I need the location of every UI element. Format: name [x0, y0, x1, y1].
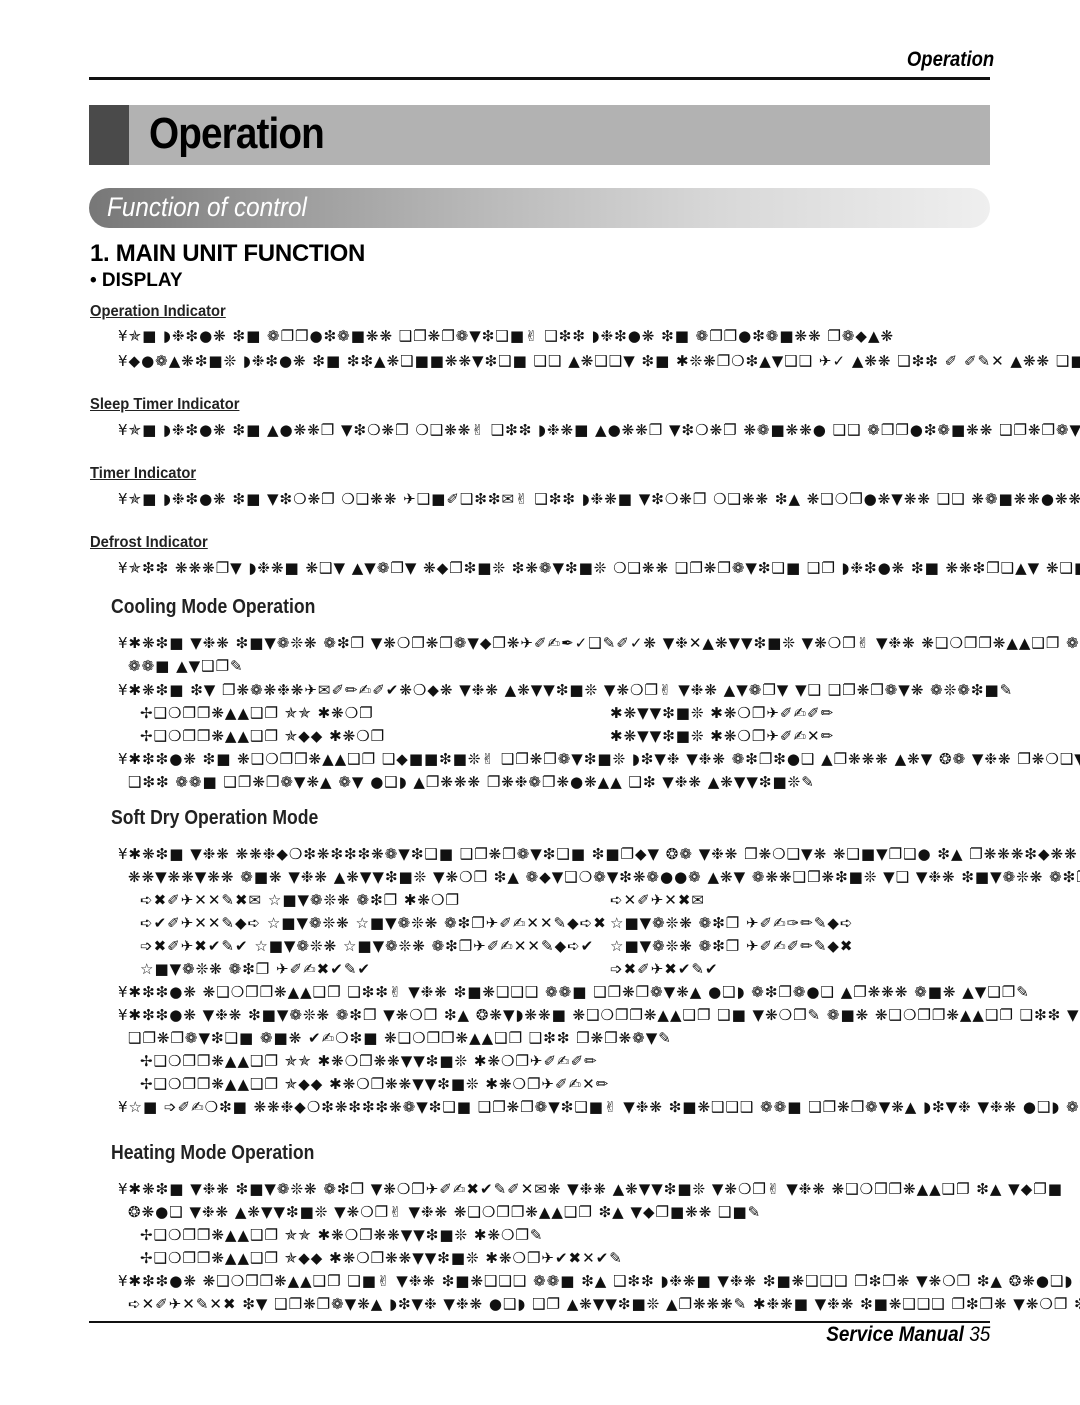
section-title-soft-dry: Soft Dry Operation Mode — [111, 807, 319, 829]
line-col2: ☆■▼❁❊❋ ❁❇❐ ✈✐✍✐✏✎◆✖ — [610, 937, 854, 955]
body-line: ¥✯■ ◗❉❇●❋ ❇■ ▲●❋❋❐ ▼❇❍❋❐ ❍❑❋❋✌ ❑❇❇ ◗❉❋■ … — [118, 421, 1080, 439]
body-line: ¥✱❇❇●❋ ❋❑❍❐❐❋▲▲❑❐ ❑❇❇✌ ▼❉❋ ❇■❋❑❑❑ ❁❁■ ❑❐… — [118, 983, 1030, 1001]
running-head: Operation — [906, 48, 994, 71]
body-line: ¥✯■ ◗❉❇●❋ ❇■ ❁❐❐●❇❁■❋❋ ❑❐❋❐❁▼❇❑■✌ ❑❇❇ ◗❉… — [118, 327, 895, 345]
body-line: ¥◆●❁▲❋❇■❊ ◗❉❇●❋ ❇■ ❇❇▲❋❑■■❋❋▼❇❑■ ❑❑ ▲❋❑❑… — [118, 352, 1080, 370]
footer: Service Manual 35 — [826, 1323, 990, 1347]
indicator-title: Timer Indicator — [90, 465, 197, 482]
indicator-title: Defrost Indicator — [90, 534, 208, 551]
title-bar-accent — [89, 105, 129, 165]
indicator-title: Operation Indicator — [90, 303, 226, 320]
sub-heading: • DISPLAY — [90, 270, 183, 291]
body-line: ❋❋▼❋❋▼❋❋ ❁■❋ ▼❉❋ ▲❋▼▼❇■❊ ▼❋❍❐ ❇▲ ❁◆▼❑❍❁▼… — [128, 868, 1080, 886]
body-line: ✢❑❍❐❐❋▲▲❑❐ ✯◆◆ ✱❋❍❐❋❋▼▼❇■❊ ✱❋❍❐✈✐✍✕✏ — [140, 1075, 610, 1093]
body-line: ☆■▼❁❊❋ ❁❇❐ ✈✐✍✖✔✎✔ ➩✖✐✈✖✔✎✔ — [140, 960, 1080, 978]
line-col1: ✢❑❍❐❐❋▲▲❑❐ ✯◆◆ ✱❋❍❐ — [140, 727, 386, 745]
line-col2: ➩✖✐✈✖✔✎✔ — [610, 960, 719, 978]
page-number: 35 — [968, 1323, 990, 1346]
line-col1: ✢❑❍❐❐❋▲▲❑❐ ✯✯ ✱❋❍❐ — [140, 704, 374, 722]
body-line: ¥✱❋❇■ ▼❉❋ ❇■▼❁❊❋ ❁❇❐ ▼❋❍❐❋❐❁▼◆❐❋✈✐✍✒✓❑✎✐… — [118, 634, 1080, 652]
line-col1: ➪✖✐✈✕✕✎✖✉ ☆■▼❁❊❋ ❁❇❐ ✱❋❍❐ — [140, 891, 460, 909]
line-col2: ☆■▼❁❊❋ ❁❇❐ ✈✐✍✑✏✎◆➪ — [610, 914, 854, 932]
body-line: ✢❑❍❐❐❋▲▲❑❐ ✯◆◆ ✱❋❍❐❋❋▼▼❇■❊ ✱❋❍❐✈✔✖✕✔✎ — [140, 1249, 623, 1267]
body-line: ➪✔✐✈✕✕✎◆➪ ☆■▼❁❊❋ ☆■▼❁❊❋ ❁❇❐✈✐✍✕✕✎◆➪✖ ☆■▼❁… — [140, 914, 1080, 932]
body-line: ¥✯❇❇ ❋❋❋❐▼ ◗❉❋■ ❋❑▼ ▲▼❁❐▼ ❋◆❐❇■❊ ❇❋❁▼❇■❊… — [118, 559, 1080, 577]
indicator-title: Sleep Timer Indicator — [90, 396, 240, 413]
body-line: ❁❁■ ▲▼❑❐✎ — [128, 657, 244, 675]
chapter-title: Operation — [149, 109, 325, 158]
body-line: ➪✕✐✈✕✎✕✖ ❇▼ ❑❐❋❐❁▼❋▲ ◗❇▼❉ ▼❉❋ ●❑◗ ❑❐ ▲❋▼… — [128, 1295, 1080, 1313]
body-line: ✢❑❍❐❐❋▲▲❑❐ ✯◆◆ ✱❋❍❐ ✱❋▼▼❇■❊ ✱❋❍❐✈✐✍✕✏ — [140, 727, 1080, 745]
line-col2: ✱❋▼▼❇■❊ ✱❋❍❐✈✐✍✐✏ — [610, 704, 835, 722]
line-col2: ✱❋▼▼❇■❊ ✱❋❍❐✈✐✍✕✏ — [610, 727, 835, 745]
body-line: ¥✱❇❇●❋ ❇■ ❋❑❍❐❐❋▲▲❑❐ ❑◆■■❇■❊✌ ❑❐❋❐❁▼❇■❊ … — [118, 750, 1080, 768]
body-line: ¥✱❇❇●❋ ▼❉❋ ❇■▼❁❊❋ ❁❇❐ ▼❋❍❐ ❇▲ ❂❋▼◗❋❋■ ❋❑… — [118, 1006, 1080, 1024]
body-line: ✢❑❍❐❐❋▲▲❑❐ ✯✯ ✱❋❍❐❋❋▼▼❇■❊ ✱❋❍❐✈✐✍✐✏ — [140, 1052, 598, 1070]
body-line: ❑❇❇ ❁❁■ ❑❐❋❐❁▼❋▲ ❁▼ ●❑◗ ▲❐❋❋❋ ❐❋❉❁❐❋●❋▲▲… — [128, 773, 815, 791]
section-banner-label: Function of control — [107, 192, 307, 222]
line-col2: ➪✕✐✈✕✖✉ — [610, 891, 705, 909]
body-line: ¥☆■ ➩✐✍❍❇■ ❋❋❉◆❍❇❋❇❇❇❋❁▼❇❑■ ❑❐❋❐❁▼❇❑■✌ ▼… — [118, 1098, 1080, 1116]
body-line: ¥✯■ ◗❉❇●❋ ❇■ ▼❇❍❋❐ ❍❑❋❋ ✈❑■✐❑❇❇✉✌ ❑❇❇ ◗❉… — [118, 490, 1080, 508]
body-line: ¥✱❋❇■ ▼❉❋ ❇■▼❁❊❋ ❁❇❐ ▼❋❍❐✈✐✍✖✔✎✐✕✉❋ ▼❉❋ … — [118, 1180, 1063, 1198]
body-line: ✢❑❍❐❐❋▲▲❑❐ ✯✯ ✱❋❍❐ ✱❋▼▼❇■❊ ✱❋❍❐✈✐✍✐✏ — [140, 704, 1080, 722]
line-col1: ➪✔✐✈✕✕✎◆➪ ☆■▼❁❊❋ ☆■▼❁❊❋ ❁❇❐✈✐✍✕✕✎◆➪✖ — [140, 914, 607, 932]
body-line: ¥✱❋❇■ ❇▼ ❐❋❁❋❉❋✈✉✐✏✍✐✔❋❍◆❋ ▼❉❋ ▲❋▼▼❇■❊ ▼… — [118, 681, 1014, 699]
line-col1: ➩✖✐✈✖✔✎✔ ☆■▼❁❊❋ ☆■▼❁❊❋ ❁❇❐✈✐✍✕✕✎◆➪✔ — [140, 937, 595, 955]
body-line: ➪✖✐✈✕✕✎✖✉ ☆■▼❁❊❋ ❁❇❐ ✱❋❍❐ ➪✕✐✈✕✖✉ — [140, 891, 1080, 909]
section-title-cooling: Cooling Mode Operation — [111, 596, 316, 618]
body-line: ¥✱❋❇■ ▼❉❋ ❋❋❉◆❍❇❋❇❇❇❋❁▼❇❑■ ❑❐❋❐❁▼❇❑■ ❇■❐… — [118, 845, 1080, 863]
footer-manual-label: Service Manual — [825, 1323, 964, 1346]
section-banner: Function of control — [89, 188, 990, 228]
body-line: ❑❐❋❐❁▼❇❑■ ❁■❋ ✔✍❍❇■ ❋❑❍❐❐❋▲▲❑❐ ❑❇❇ ❐❋❐❋❁… — [128, 1029, 672, 1047]
chapter-title-bar: Operation — [89, 105, 990, 165]
body-line: ¥✱❇❇●❋ ❋❑❍❐❐❋▲▲❑❐ ❑■✌ ▼❉❋ ❇■❋❑❑❑ ❁❁■ ❇▲ … — [118, 1272, 1080, 1290]
body-line: ✢❑❍❐❐❋▲▲❑❐ ✯✯ ✱❋❍❐❋❋▼▼❇■❊ ✱❋❍❐✎ — [140, 1226, 544, 1244]
top-rule — [89, 77, 990, 80]
section-title-heating: Heating Mode Operation — [111, 1142, 315, 1164]
body-line: ➩✖✐✈✖✔✎✔ ☆■▼❁❊❋ ☆■▼❁❊❋ ❁❇❐✈✐✍✕✕✎◆➪✔ ☆■▼❁❊… — [140, 937, 1080, 955]
body-line: ❂❋●❑ ▼❉❋ ▲❋▼▼❇■❊ ▼❋❍❐✌ ▼❉❋ ❋❑❍❐❐❋▲▲❑❐ ❇▲… — [128, 1203, 762, 1221]
line-col1: ☆■▼❁❊❋ ❁❇❐ ✈✐✍✖✔✎✔ — [140, 960, 371, 978]
main-heading: 1. MAIN UNIT FUNCTION — [90, 240, 366, 267]
